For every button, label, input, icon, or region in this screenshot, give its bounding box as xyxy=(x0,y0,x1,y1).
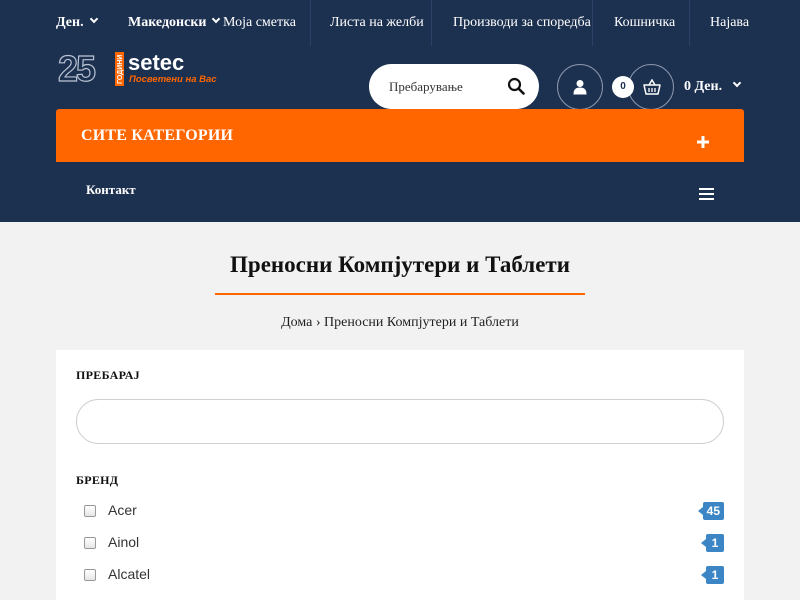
brand-checkbox[interactable] xyxy=(84,537,96,549)
plus-icon[interactable] xyxy=(696,135,710,149)
chevron-down-icon xyxy=(732,78,742,88)
language-selector[interactable]: Македонски xyxy=(128,0,221,46)
currency-label: Ден. xyxy=(56,15,84,30)
svg-text:25: 25 xyxy=(58,50,96,86)
brand-count-badge: 1 xyxy=(701,566,724,584)
brand-count-badge: 1 xyxy=(701,534,724,552)
cart-count-badge: 0 xyxy=(612,76,634,98)
brand-filter-item[interactable]: Acer 45 xyxy=(84,502,724,522)
login-link[interactable]: Најава xyxy=(710,0,749,46)
svg-text:setec: setec xyxy=(128,50,184,75)
cart-link[interactable]: Кошничка xyxy=(614,0,675,46)
wishlist-link[interactable]: Листа на желби xyxy=(330,0,424,46)
brand-name: Ainol xyxy=(108,534,140,550)
brand-checkbox[interactable] xyxy=(84,505,96,517)
header: 25 ГОДИНИ setec Посветени на Вас Пребару… xyxy=(0,46,800,222)
compare-link[interactable]: Производи за споредба xyxy=(453,0,591,46)
user-icon xyxy=(573,80,587,95)
divider xyxy=(689,0,690,46)
logo[interactable]: 25 ГОДИНИ setec Посветени на Вас xyxy=(57,47,218,89)
svg-text:Посветени на Вас: Посветени на Вас xyxy=(129,74,217,85)
divider xyxy=(310,0,311,46)
chevron-down-icon xyxy=(212,14,221,24)
basket-icon xyxy=(643,79,661,95)
all-categories-menu[interactable]: СИТЕ КАТЕГОРИИ xyxy=(56,109,744,162)
hamburger-icon[interactable] xyxy=(699,188,714,200)
filter-search-input[interactable] xyxy=(76,399,724,444)
language-label: Македонски xyxy=(128,15,207,30)
filter-panel: ПРЕБАРАЈ БРЕНД Acer 45 Ainol 1 Alcatel 1 xyxy=(56,350,744,600)
top-bar: Ден. Македонски Моја сметка Листа на жел… xyxy=(0,0,800,46)
search-box[interactable]: Пребарување xyxy=(369,64,539,109)
contact-link[interactable]: Контакт xyxy=(86,182,136,198)
brand-count-badge: 45 xyxy=(697,502,724,520)
account-button[interactable] xyxy=(557,64,603,110)
search-filter-label: ПРЕБАРАЈ xyxy=(76,368,140,382)
brand-name: Acer xyxy=(108,502,137,518)
page-title: Преносни Компјутери и Таблети xyxy=(230,252,570,277)
setec-logo-icon: 25 ГОДИНИ setec Посветени на Вас xyxy=(57,47,217,89)
cart-button[interactable] xyxy=(628,64,674,110)
breadcrumb[interactable]: Дома › Преносни Компјутери и Таблети xyxy=(0,315,800,331)
brand-checkbox[interactable] xyxy=(84,569,96,581)
cart-total[interactable]: 0 Ден. xyxy=(684,76,742,98)
svg-text:ГОДИНИ: ГОДИНИ xyxy=(117,55,124,84)
title-underline xyxy=(215,293,585,295)
search-input[interactable]: Пребарување xyxy=(389,64,463,109)
brand-name: Alcatel xyxy=(108,566,151,582)
brand-filter-label: БРЕНД xyxy=(76,473,119,487)
divider xyxy=(431,0,432,46)
categories-label: СИТЕ КАТЕГОРИИ xyxy=(81,127,234,144)
search-icon[interactable] xyxy=(507,77,525,95)
divider xyxy=(592,0,593,46)
my-account-link[interactable]: Моја сметка xyxy=(223,0,296,46)
brand-filter-item[interactable]: Ainol 1 xyxy=(84,534,724,554)
brand-filter-item[interactable]: Alcatel 1 xyxy=(84,566,724,586)
currency-selector[interactable]: Ден. xyxy=(56,0,98,46)
cart-total-label: 0 Ден. xyxy=(684,79,723,94)
chevron-down-icon xyxy=(89,14,98,24)
